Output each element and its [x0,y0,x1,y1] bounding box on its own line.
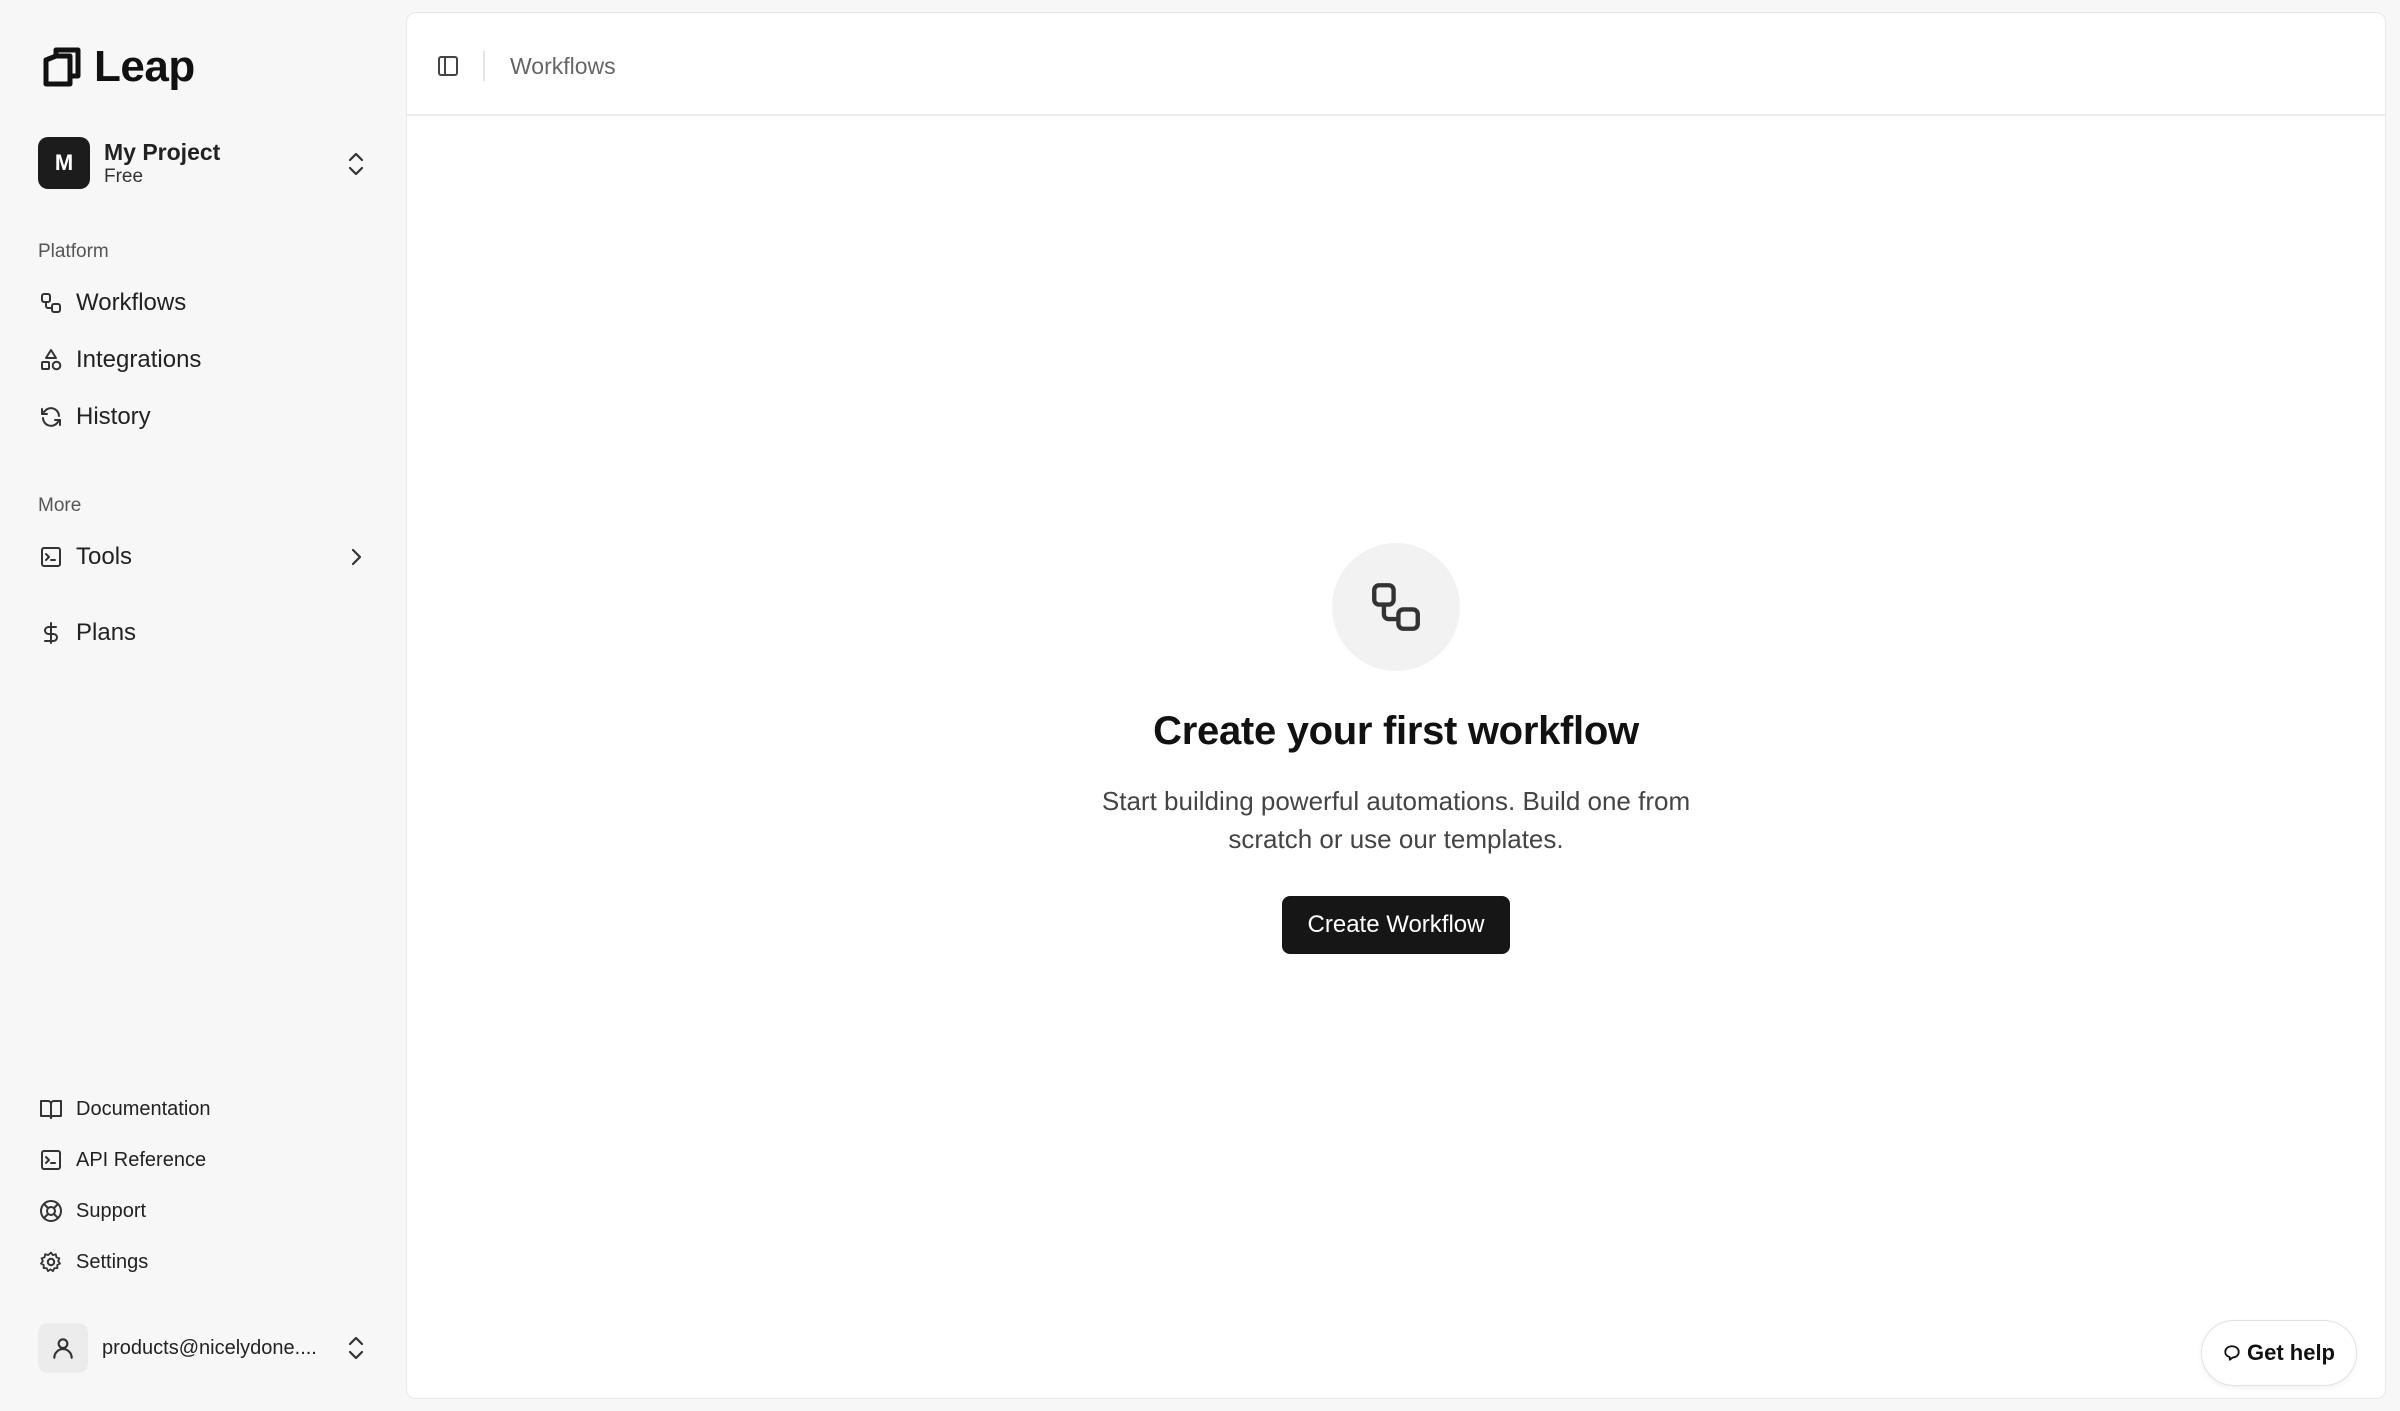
create-workflow-button[interactable]: Create Workflow [1281,896,1511,954]
app-name: Leap [94,42,195,91]
sidebar-item-label: Workflows [76,289,187,316]
project-info: My Project Free [104,138,220,188]
user-icon [38,1323,88,1373]
sidebar-item-history[interactable]: History [38,394,368,440]
project-switcher[interactable]: M My Project Free [38,130,368,196]
chevrons-up-down-icon [348,1336,364,1360]
project-avatar: M [38,137,90,189]
dollar-icon [38,620,64,646]
sidebar-toggle-button[interactable] [433,51,463,81]
sidebar-item-documentation[interactable]: Documentation [38,1089,368,1129]
get-help-button[interactable]: Get help [2201,1320,2357,1386]
sidebar-item-label: Settings [76,1250,149,1273]
book-icon [38,1096,64,1122]
workflow-icon [1372,583,1420,631]
workflow-icon [38,290,64,316]
sidebar-item-label: Plans [76,619,137,646]
empty-state-icon-wrap [1332,543,1460,671]
topbar-divider [483,51,485,81]
app-root: Leap M My Project Free Platform Workflow… [0,0,2400,1411]
shapes-icon [38,347,64,373]
sidebar-item-integrations[interactable]: Integrations [38,337,368,383]
sidebar-item-plans[interactable]: Plans [38,610,368,656]
project-name: My Project [104,139,221,165]
sidebar-item-api-reference[interactable]: API Reference [38,1140,368,1180]
sidebar-item-label: History [76,403,151,430]
terminal-icon [38,544,64,570]
project-plan: Free [104,166,144,187]
section-label-more: More [38,495,82,516]
empty-state-title: Create your first workflow [1153,709,1639,753]
sidebar-item-label: Documentation [76,1097,211,1120]
breadcrumb[interactable]: Workflows [510,51,616,81]
gear-icon [38,1249,64,1275]
sidebar-item-label: Support [76,1199,147,1222]
sidebar-item-label: Tools [76,543,133,570]
user-menu[interactable]: products@nicelydone.... [38,1322,368,1374]
main-panel: Workflows Create your first workflow Sta… [406,12,2386,1399]
terminal-icon [38,1147,64,1173]
sidebar-item-support[interactable]: Support [38,1191,368,1231]
user-email: products@nicelydone.... [102,1336,317,1359]
chevron-right-icon [351,548,362,566]
empty-state-description: Start building powerful automations. Bui… [1101,786,1691,854]
sidebar-item-label: API Reference [76,1148,207,1171]
sidebar-item-tools[interactable]: Tools [38,534,368,580]
leap-logo-icon [43,47,81,87]
sidebar: Leap M My Project Free Platform Workflow… [0,0,405,1411]
chat-bubble-icon [2224,1345,2240,1361]
get-help-label: Get help [2246,1340,2335,1365]
chevrons-up-down-icon [348,152,364,176]
life-buoy-icon [38,1198,64,1224]
refresh-icon [38,404,64,430]
panel-left-icon [438,56,458,76]
sidebar-item-workflows[interactable]: Workflows [38,280,368,326]
leap-logo[interactable]: Leap [42,42,195,92]
section-label-platform: Platform [38,241,109,262]
sidebar-item-settings[interactable]: Settings [38,1242,368,1282]
topbar: Workflows [407,13,2385,116]
empty-state: Create your first workflow Start buildin… [407,543,2385,954]
sidebar-item-label: Integrations [76,346,202,373]
